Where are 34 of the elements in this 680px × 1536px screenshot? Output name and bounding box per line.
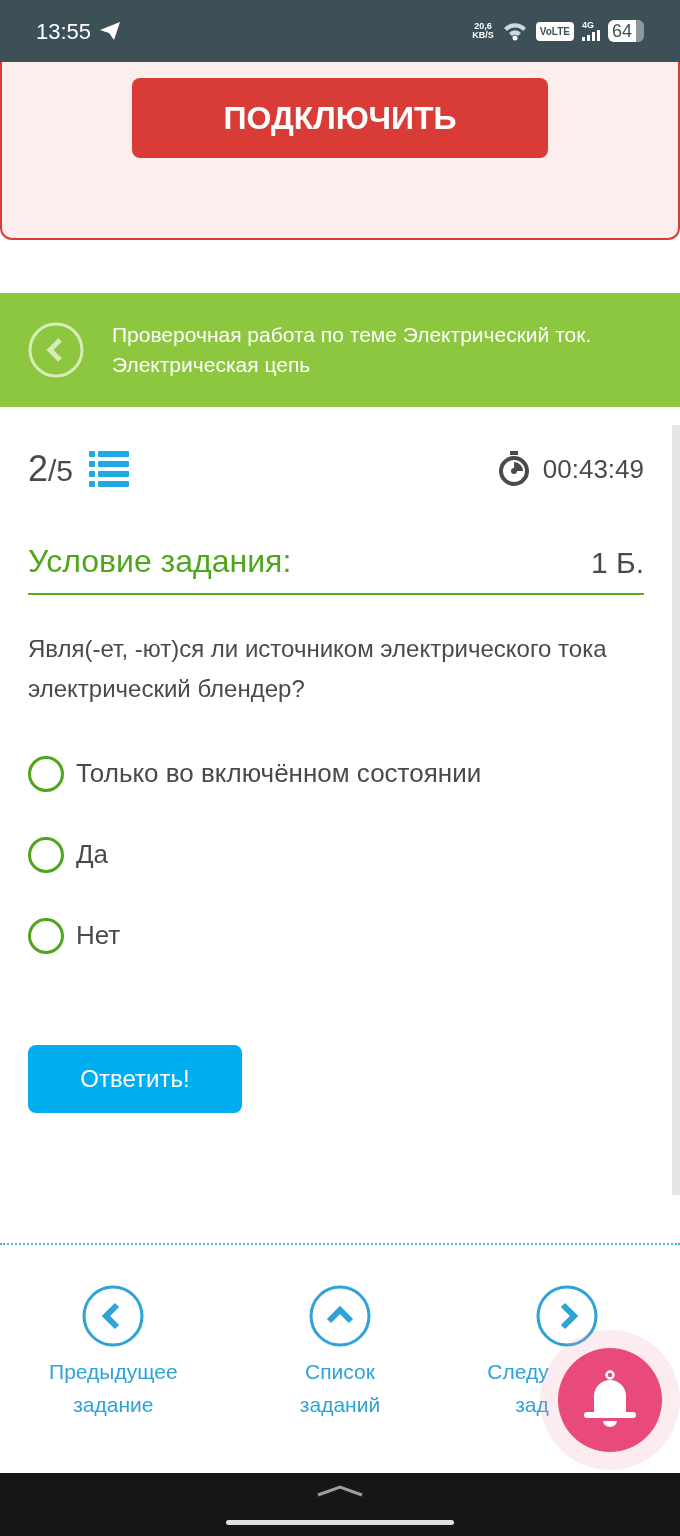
nav-label[interactable]: Следу зад bbox=[487, 1355, 549, 1421]
network-speed: 20,6 bbox=[474, 22, 492, 31]
points: 1 Б. bbox=[590, 545, 644, 581]
network-type: 4G bbox=[581, 21, 594, 30]
chevron-right-icon[interactable] bbox=[535, 1285, 598, 1347]
question-text: Явля(-ет, -ют)ся ли источником электрического тока электрический блендер? bbox=[28, 634, 608, 704]
nav-label[interactable]: Предыдущее задание bbox=[49, 1355, 178, 1421]
task-heading: Условие задания: bbox=[28, 542, 292, 581]
speed-unit: KB/S bbox=[472, 31, 494, 40]
answer-button[interactable]: Ответить! bbox=[28, 1045, 242, 1113]
chevron-left-icon[interactable] bbox=[82, 1285, 145, 1347]
radio-button[interactable] bbox=[28, 755, 64, 792]
list-icon[interactable] bbox=[89, 451, 130, 487]
stopwatch-icon bbox=[496, 451, 531, 487]
nav-label[interactable]: Список заданий bbox=[299, 1355, 381, 1421]
connect-button[interactable]: ПОДКЛЮЧИТЬ bbox=[132, 78, 548, 158]
clock: 13:55 bbox=[36, 17, 92, 46]
battery-indicator: 64 bbox=[607, 20, 644, 42]
option-label[interactable]: Нет bbox=[76, 916, 121, 955]
timer: 00:43:49 bbox=[542, 452, 644, 486]
bell-icon bbox=[582, 1370, 638, 1430]
back-icon[interactable] bbox=[28, 322, 84, 378]
radio-button[interactable] bbox=[28, 917, 64, 954]
home-indicator[interactable] bbox=[226, 1519, 454, 1525]
test-title: Проверочная работа по теме Электрический ток. Электрическая цепь bbox=[112, 322, 593, 378]
option-label[interactable]: Только во включённом состоянии bbox=[76, 754, 482, 793]
option-label[interactable]: Да bbox=[76, 835, 109, 874]
notification-fab[interactable] bbox=[558, 1348, 662, 1452]
volte-badge: VoLTE bbox=[535, 21, 574, 41]
signal-icon bbox=[581, 30, 600, 41]
radio-button[interactable] bbox=[28, 836, 64, 873]
chevron-up-icon[interactable] bbox=[316, 1484, 364, 1497]
paper-plane-icon bbox=[99, 21, 122, 41]
task-counter: 2/5 bbox=[28, 447, 74, 491]
